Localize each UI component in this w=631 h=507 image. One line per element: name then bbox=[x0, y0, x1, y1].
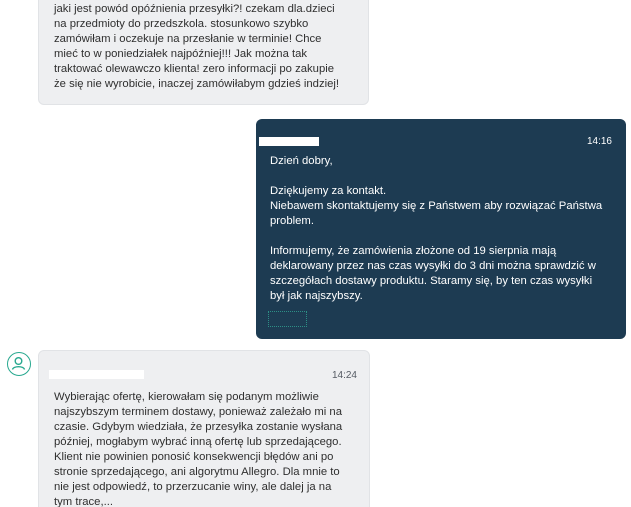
chat-thread: jaki jest powód opóźnienia przesyłki?! c… bbox=[0, 0, 631, 507]
message-time: 14:24 bbox=[331, 370, 357, 381]
message-text: Dzień dobry, Dziękujemy za kontakt. Nieb… bbox=[270, 155, 603, 302]
user-avatar-icon bbox=[7, 352, 31, 376]
attachment-link[interactable] bbox=[268, 311, 307, 327]
message-time: 14:16 bbox=[586, 136, 612, 147]
message-text: Wybierając ofertę, kierowałam się podany… bbox=[54, 391, 343, 507]
buyer-message-2: 14:24 Wybierając ofertę, kierowałam się … bbox=[38, 350, 370, 507]
seller-message: 14:16 Dzień dobry, Dziękujemy za kontakt… bbox=[256, 119, 626, 339]
redacted-sender-name bbox=[259, 137, 319, 146]
message-text: jaki jest powód opóźnienia przesyłki?! c… bbox=[54, 3, 340, 90]
redacted-sender-name bbox=[49, 370, 144, 379]
buyer-message-1: jaki jest powód opóźnienia przesyłki?! c… bbox=[38, 0, 369, 105]
